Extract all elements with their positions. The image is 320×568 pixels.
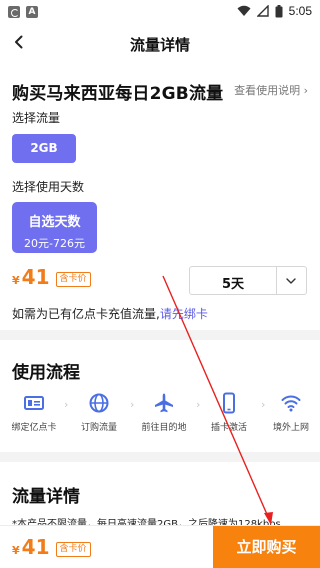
status-time: 5:05 <box>288 4 312 18</box>
flow-step-travel: 前往目的地 <box>135 392 193 433</box>
airplane-icon <box>155 393 173 413</box>
phone-icon <box>223 392 235 414</box>
chevron-down-icon[interactable] <box>285 275 297 287</box>
page-title: 流量详情 <box>129 36 190 54</box>
step-label: 境外上网 <box>272 423 309 433</box>
custom-days-title: 自选天数 <box>28 215 81 230</box>
usage-instructions-link[interactable]: 查看使用说明 › <box>234 82 308 98</box>
flow-title: 使用流程 <box>12 363 80 383</box>
currency-symbol: ¥ <box>12 544 20 557</box>
bottom-price-row: ¥ 41 含卡价 <box>12 535 91 560</box>
chevron-right-icon: › <box>64 398 69 411</box>
price-tag: 含卡价 <box>55 272 91 287</box>
nav-bar: 流量详情 <box>0 24 320 62</box>
days-selector-divider <box>276 267 277 294</box>
days-selector[interactable]: 5天 <box>189 266 307 295</box>
step-label: 前往目的地 <box>141 423 187 433</box>
wifi-icon <box>281 395 301 412</box>
section-divider <box>0 330 320 340</box>
step-label: 插卡激活 <box>210 423 247 433</box>
bottom-price-tag: 含卡价 <box>55 542 91 557</box>
custom-days-option[interactable]: 自选天数 20元-726元 <box>12 202 97 253</box>
recharge-text: 如需为已有亿点卡充值流量, <box>12 307 160 321</box>
price-value: 41 <box>21 265 50 289</box>
product-title: 购买马来西亚每日2GB流量 <box>12 84 224 104</box>
step-label: 订购流量 <box>80 423 117 433</box>
chevron-right-icon: › <box>130 398 135 411</box>
notification-icon <box>8 6 20 18</box>
data-option-2gb[interactable]: 2GB <box>12 134 76 163</box>
details-title: 流量详情 <box>12 487 80 507</box>
step-label: 绑定亿点卡 <box>11 423 57 433</box>
bottom-bar: ¥ 41 含卡价 立即购买 <box>0 525 320 568</box>
flow-steps: 绑定亿点卡 › 订购流量 › 前往目的地 › 插卡激活 › 境外上网 <box>0 392 320 442</box>
flow-step-activate: 插卡激活 <box>200 392 258 433</box>
battery-icon <box>275 4 283 17</box>
card-icon <box>24 396 44 410</box>
signal-icon <box>256 5 269 17</box>
bind-card-link[interactable]: 请先绑卡 <box>160 307 208 321</box>
flow-step-bind-card: 绑定亿点卡 <box>5 392 63 433</box>
wifi-status-icon <box>237 5 251 16</box>
flow-step-order: 订购流量 <box>70 392 128 433</box>
days-value: 5天 <box>221 277 245 292</box>
currency-symbol: ¥ <box>12 274 20 287</box>
product-section: 购买马来西亚每日2GB流量 查看使用说明 › 选择流量 2GB 选择使用天数 自… <box>0 62 320 330</box>
buy-now-button[interactable]: 立即购买 <box>213 526 320 568</box>
usage-flow-section: 使用流程 绑定亿点卡 › 订购流量 › 前往目的地 › 插卡激活 › 境外上网 <box>0 340 320 452</box>
globe-icon <box>89 393 109 413</box>
status-bar: A 5:05 <box>0 0 320 24</box>
recharge-hint: 如需为已有亿点卡充值流量,请先绑卡 <box>12 305 208 322</box>
custom-days-range: 20元-726元 <box>24 237 85 250</box>
select-days-label: 选择使用天数 <box>12 180 85 194</box>
bottom-price-value: 41 <box>21 535 50 559</box>
flow-step-online: 境外上网 <box>262 392 320 433</box>
select-data-label: 选择流量 <box>12 111 61 125</box>
price-row: ¥ 41 含卡价 <box>12 265 91 290</box>
notification-a-icon: A <box>26 6 38 18</box>
section-divider <box>0 452 320 462</box>
